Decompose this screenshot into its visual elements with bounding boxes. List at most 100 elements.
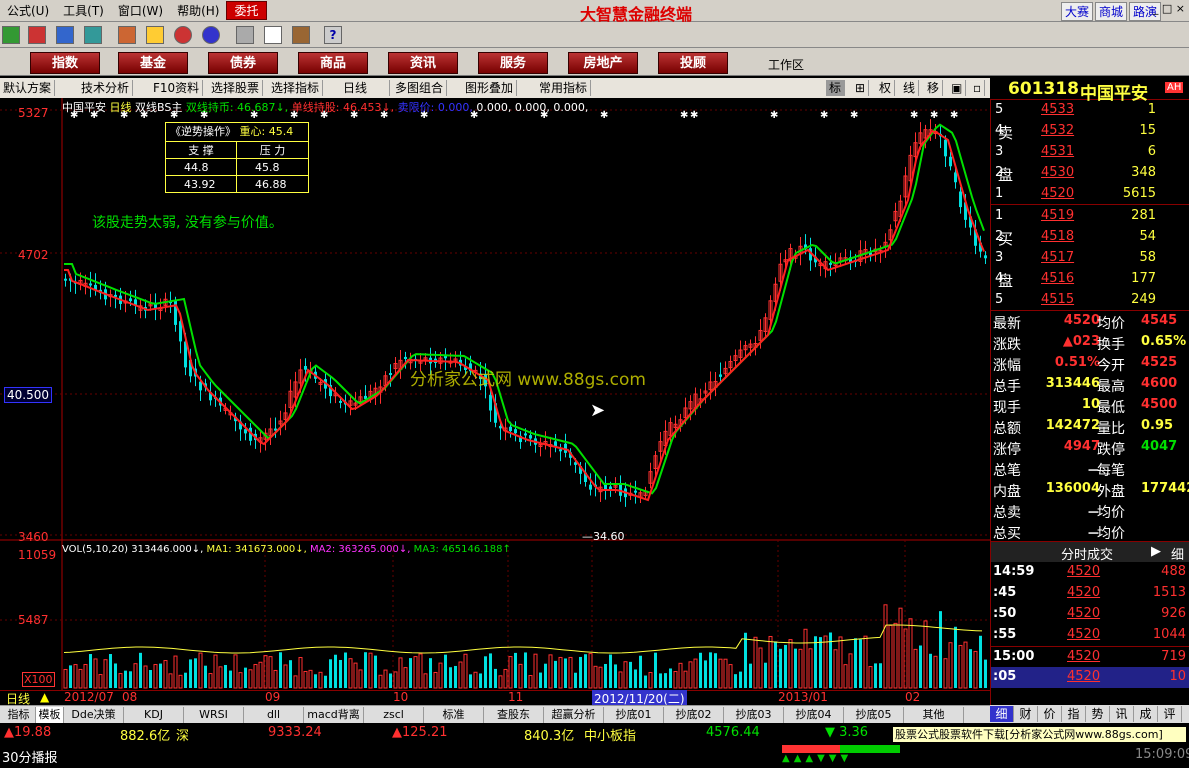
nav-commodity[interactable]: 商品 — [298, 52, 368, 74]
svg-text:✱: ✱ — [950, 110, 958, 121]
f10-info[interactable]: F10资料 — [150, 80, 204, 96]
right-tab[interactable]: 价 — [1038, 706, 1062, 722]
indicator-tab[interactable]: 抄底02 — [664, 707, 724, 723]
tab-line[interactable]: 线 — [900, 80, 920, 96]
other-values: 0.000, 0.000, 0.000, — [476, 101, 589, 114]
right-tab[interactable]: 讯 — [1110, 706, 1134, 722]
tab-rights[interactable]: 权 — [876, 80, 896, 96]
indicator-tab[interactable]: 指标 — [2, 707, 36, 723]
indicator-tab[interactable]: 抄底04 — [784, 707, 844, 723]
trade-row[interactable]: 15:00 4520 719 — [991, 646, 1189, 667]
window-controls[interactable]: _ □ × — [1153, 2, 1185, 15]
select-stock[interactable]: 选择股票 — [208, 80, 264, 96]
broadcast-label[interactable]: 30分播报 — [2, 747, 58, 766]
trade-row[interactable]: :05 4520 10 — [991, 667, 1189, 688]
menu-help[interactable]: 帮助(H) — [170, 2, 226, 19]
ah-badge[interactable]: AH — [1165, 82, 1184, 93]
tool-icon-4[interactable] — [84, 26, 102, 44]
multi-chart[interactable]: 多图组合 — [392, 80, 448, 96]
tool-icon-8[interactable] — [202, 26, 220, 44]
support-2: 43.92 — [166, 176, 238, 192]
indicator-tab[interactable]: macd背离 — [304, 707, 364, 723]
tool-icon-7[interactable] — [174, 26, 192, 44]
binoculars-icon[interactable] — [56, 26, 74, 44]
menu-window[interactable]: 窗口(W) — [111, 2, 170, 19]
indicator-tab[interactable]: 其他 — [904, 707, 964, 723]
status-g: 中小板指 — [584, 729, 637, 744]
right-tab[interactable]: 细 — [990, 706, 1014, 722]
indicator-tab[interactable]: 抄底01 — [604, 707, 664, 723]
select-indicator[interactable]: 选择指标 — [268, 80, 324, 96]
tool-icon-10[interactable] — [264, 26, 282, 44]
tool-icon-9[interactable] — [236, 26, 254, 44]
contest-link[interactable]: 大赛 — [1060, 2, 1093, 21]
tab-mark[interactable]: 标 — [826, 80, 846, 96]
indicator-tab[interactable]: 模板 — [36, 707, 64, 723]
tab-move[interactable]: 移 — [924, 80, 944, 96]
help-icon[interactable]: ? — [324, 26, 342, 44]
status-a: ▲19.88 — [4, 725, 52, 740]
period-select[interactable]: 日线 — [340, 80, 390, 96]
right-tab[interactable]: 评 — [1158, 706, 1182, 722]
layout-icon[interactable]: ▣ — [948, 80, 967, 96]
trade-row[interactable]: :55 4520 1044 — [991, 625, 1189, 646]
tool-icon-1[interactable] — [2, 26, 20, 44]
indicator-tab[interactable]: Dde决策 — [64, 707, 124, 723]
indicator-tab[interactable]: 抄底05 — [844, 707, 904, 723]
nav-fund[interactable]: 基金 — [118, 52, 188, 74]
indicator-tab[interactable]: dll — [244, 707, 304, 723]
indicator-tab[interactable]: zscl — [364, 707, 424, 723]
sell-row[interactable]: 2 4530 348 — [991, 163, 1189, 184]
right-tab[interactable]: 指 — [1062, 706, 1086, 722]
nav-index[interactable]: 指数 — [30, 52, 100, 74]
mall-link[interactable]: 商城 — [1094, 2, 1127, 21]
expand-icon[interactable]: ▫ — [970, 80, 986, 96]
promo-banner[interactable]: 股票公式股票软件下载[分析家公式网www.88gs.com] — [893, 727, 1186, 742]
tool-icon-11[interactable] — [292, 26, 310, 44]
right-tab[interactable]: 势 — [1086, 706, 1110, 722]
buy-row[interactable]: 4 4516 177 — [991, 269, 1189, 290]
trades-detail[interactable]: 细 — [1171, 544, 1184, 563]
menu-tools[interactable]: 工具(T) — [56, 2, 111, 19]
workspace-label[interactable]: 工作区 — [768, 56, 804, 73]
indicator-tab[interactable]: WRSI — [184, 707, 244, 723]
sell-row[interactable]: 5 4533 1 — [991, 100, 1189, 121]
tool-icon-5[interactable] — [118, 26, 136, 44]
indicator-tab[interactable]: KDJ — [124, 707, 184, 723]
buy-row[interactable]: 2 4518 54 — [991, 227, 1189, 248]
trade-row[interactable]: 14:59 4520 488 — [991, 562, 1189, 583]
indicator-tab[interactable]: 抄底03 — [724, 707, 784, 723]
menu-formula[interactable]: 公式(U) — [0, 2, 56, 19]
nav-bond[interactable]: 债券 — [208, 52, 278, 74]
common-indicator[interactable]: 常用指标 — [536, 80, 592, 96]
sell-row[interactable]: 4 4532 15 — [991, 121, 1189, 142]
play-icon[interactable]: ▶ — [1151, 544, 1161, 559]
sell-row[interactable]: 3 4531 6 — [991, 142, 1189, 163]
buy-row[interactable]: 1 4519 281 — [991, 206, 1189, 227]
stat-label-2: 换手 — [1097, 337, 1125, 353]
svg-text:✱: ✱ — [600, 110, 608, 121]
trade-row[interactable]: :50 4520 926 — [991, 604, 1189, 625]
buy-row[interactable]: 3 4517 58 — [991, 248, 1189, 269]
chart-stock: 中国平安 — [62, 101, 106, 114]
nav-service[interactable]: 服务 — [478, 52, 548, 74]
entrust-button[interactable]: 委托 — [226, 1, 267, 20]
indicator-tab[interactable]: 超赢分析 — [544, 707, 604, 723]
buy-row[interactable]: 5 4515 249 — [991, 290, 1189, 311]
right-tab[interactable]: 财 — [1014, 706, 1038, 722]
default-scheme[interactable]: 默认方案 — [0, 80, 56, 96]
tool-icon-6[interactable] — [146, 26, 164, 44]
indicator-tab[interactable]: 标准 — [424, 707, 484, 723]
nav-advisor[interactable]: 投顾 — [658, 52, 728, 74]
indicator-tab[interactable]: 查股东 — [484, 707, 544, 723]
right-tab[interactable]: 成 — [1134, 706, 1158, 722]
tech-analysis[interactable]: 技术分析 — [78, 80, 134, 96]
chart-overlay[interactable]: 图形叠加 — [462, 80, 518, 96]
kline-chart[interactable]: ✱ ✱ ✱ ✱ ✱ ✱ ✱ ✱ ✱ ✱ ✱ ✱ ✱ ✱ ✱ ✱ ✱ ✱ ✱ ✱ ✱ ✱ ✱ 中国平安 日线 双线BS主 双线… — [0, 98, 990, 705]
tool-icon-2[interactable] — [28, 26, 46, 44]
nav-realestate[interactable]: 房地产 — [568, 52, 638, 74]
sell-row[interactable]: 1 4520 5615 — [991, 184, 1189, 205]
crosshair-icon[interactable]: ⊞ — [852, 80, 870, 96]
nav-news[interactable]: 资讯 — [388, 52, 458, 74]
trade-row[interactable]: :45 4520 1513 — [991, 583, 1189, 604]
